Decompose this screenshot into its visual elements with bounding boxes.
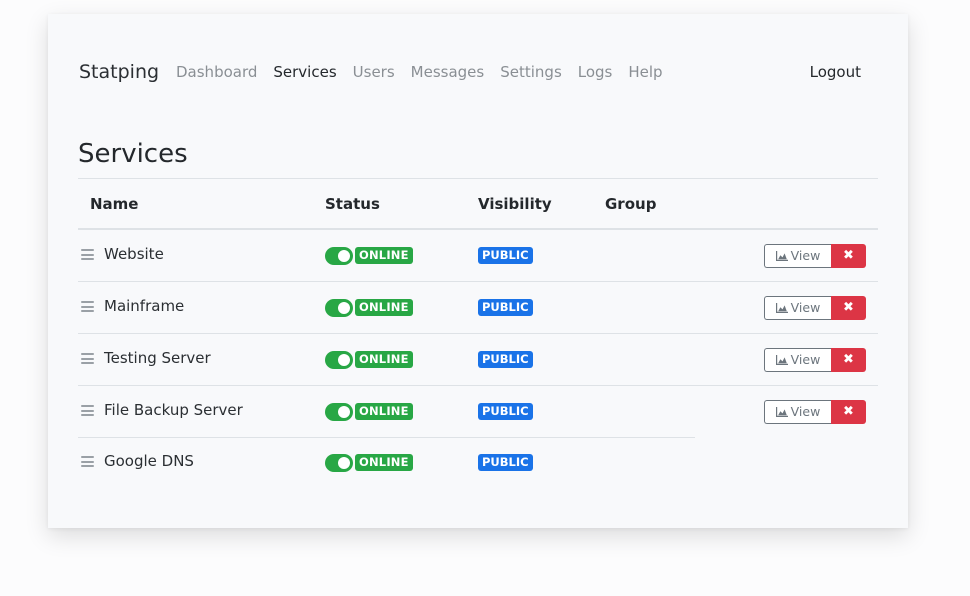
page-title: Services <box>78 139 188 169</box>
view-button[interactable]: View <box>764 348 831 372</box>
service-name: Website <box>104 245 164 263</box>
row-actions: View ✖ <box>764 296 866 320</box>
times-icon: ✖ <box>843 248 854 263</box>
table-row: Google DNS ONLINE PUBLIC <box>78 437 878 488</box>
bars-icon[interactable] <box>81 353 94 364</box>
table-row: Testing Server ONLINE PUBLIC View ✖ <box>78 334 878 386</box>
visibility-badge: PUBLIC <box>478 299 533 316</box>
delete-button[interactable]: ✖ <box>831 400 866 424</box>
view-button[interactable]: View <box>764 400 831 424</box>
service-name: File Backup Server <box>104 401 243 419</box>
table-header: Name Status Visibility Group <box>78 178 878 230</box>
status-badge: ONLINE <box>355 299 413 316</box>
view-button[interactable]: View <box>764 296 831 320</box>
bars-icon[interactable] <box>81 249 94 260</box>
nav-services[interactable]: Services <box>273 63 336 81</box>
table-row: Mainframe ONLINE PUBLIC View ✖ <box>78 282 878 334</box>
column-header-visibility: Visibility <box>478 195 552 213</box>
nav-logs[interactable]: Logs <box>578 63 613 81</box>
service-name: Google DNS <box>104 452 194 470</box>
nav-users[interactable]: Users <box>353 63 395 81</box>
service-name: Testing Server <box>104 349 211 367</box>
nav-help[interactable]: Help <box>628 63 662 81</box>
bars-icon[interactable] <box>81 456 94 467</box>
chart-area-icon <box>775 251 788 261</box>
column-header-status: Status <box>325 195 380 213</box>
times-icon: ✖ <box>843 404 854 419</box>
status-toggle[interactable] <box>325 299 353 317</box>
navbar: Statping Dashboard Services Users Messag… <box>48 61 908 86</box>
column-header-name: Name <box>90 195 139 213</box>
visibility-badge: PUBLIC <box>478 454 533 471</box>
status-toggle[interactable] <box>325 454 353 472</box>
table-row: File Backup Server ONLINE PUBLIC View ✖ <box>78 386 878 438</box>
status-toggle[interactable] <box>325 351 353 369</box>
nav-messages[interactable]: Messages <box>411 63 485 81</box>
delete-button[interactable]: ✖ <box>831 244 866 268</box>
services-table: Name Status Visibility Group Website ONL… <box>78 178 878 488</box>
row-actions: View ✖ <box>764 348 866 372</box>
row-actions: View ✖ <box>764 244 866 268</box>
chart-area-icon <box>775 407 788 417</box>
brand-logo[interactable]: Statping <box>79 61 159 83</box>
view-button[interactable]: View <box>764 244 831 268</box>
bars-icon[interactable] <box>81 405 94 416</box>
chart-area-icon <box>775 355 788 365</box>
table-row: Website ONLINE PUBLIC View ✖ <box>78 230 878 282</box>
chart-area-icon <box>775 303 788 313</box>
visibility-badge: PUBLIC <box>478 403 533 420</box>
column-header-group: Group <box>605 195 657 213</box>
times-icon: ✖ <box>843 300 854 315</box>
status-badge: ONLINE <box>355 247 413 264</box>
status-badge: ONLINE <box>355 403 413 420</box>
bars-icon[interactable] <box>81 301 94 312</box>
visibility-badge: PUBLIC <box>478 351 533 368</box>
nav-links: Dashboard Services Users Messages Settin… <box>176 63 679 81</box>
status-toggle[interactable] <box>325 403 353 421</box>
delete-button[interactable]: ✖ <box>831 348 866 372</box>
status-badge: ONLINE <box>355 454 413 471</box>
delete-button[interactable]: ✖ <box>831 296 866 320</box>
row-actions: View ✖ <box>764 400 866 424</box>
main-card: Statping Dashboard Services Users Messag… <box>48 14 908 528</box>
status-badge: ONLINE <box>355 351 413 368</box>
nav-dashboard[interactable]: Dashboard <box>176 63 257 81</box>
times-icon: ✖ <box>843 352 854 367</box>
logout-link[interactable]: Logout <box>810 63 861 81</box>
status-toggle[interactable] <box>325 247 353 265</box>
nav-settings[interactable]: Settings <box>500 63 562 81</box>
service-name: Mainframe <box>104 297 185 315</box>
visibility-badge: PUBLIC <box>478 247 533 264</box>
